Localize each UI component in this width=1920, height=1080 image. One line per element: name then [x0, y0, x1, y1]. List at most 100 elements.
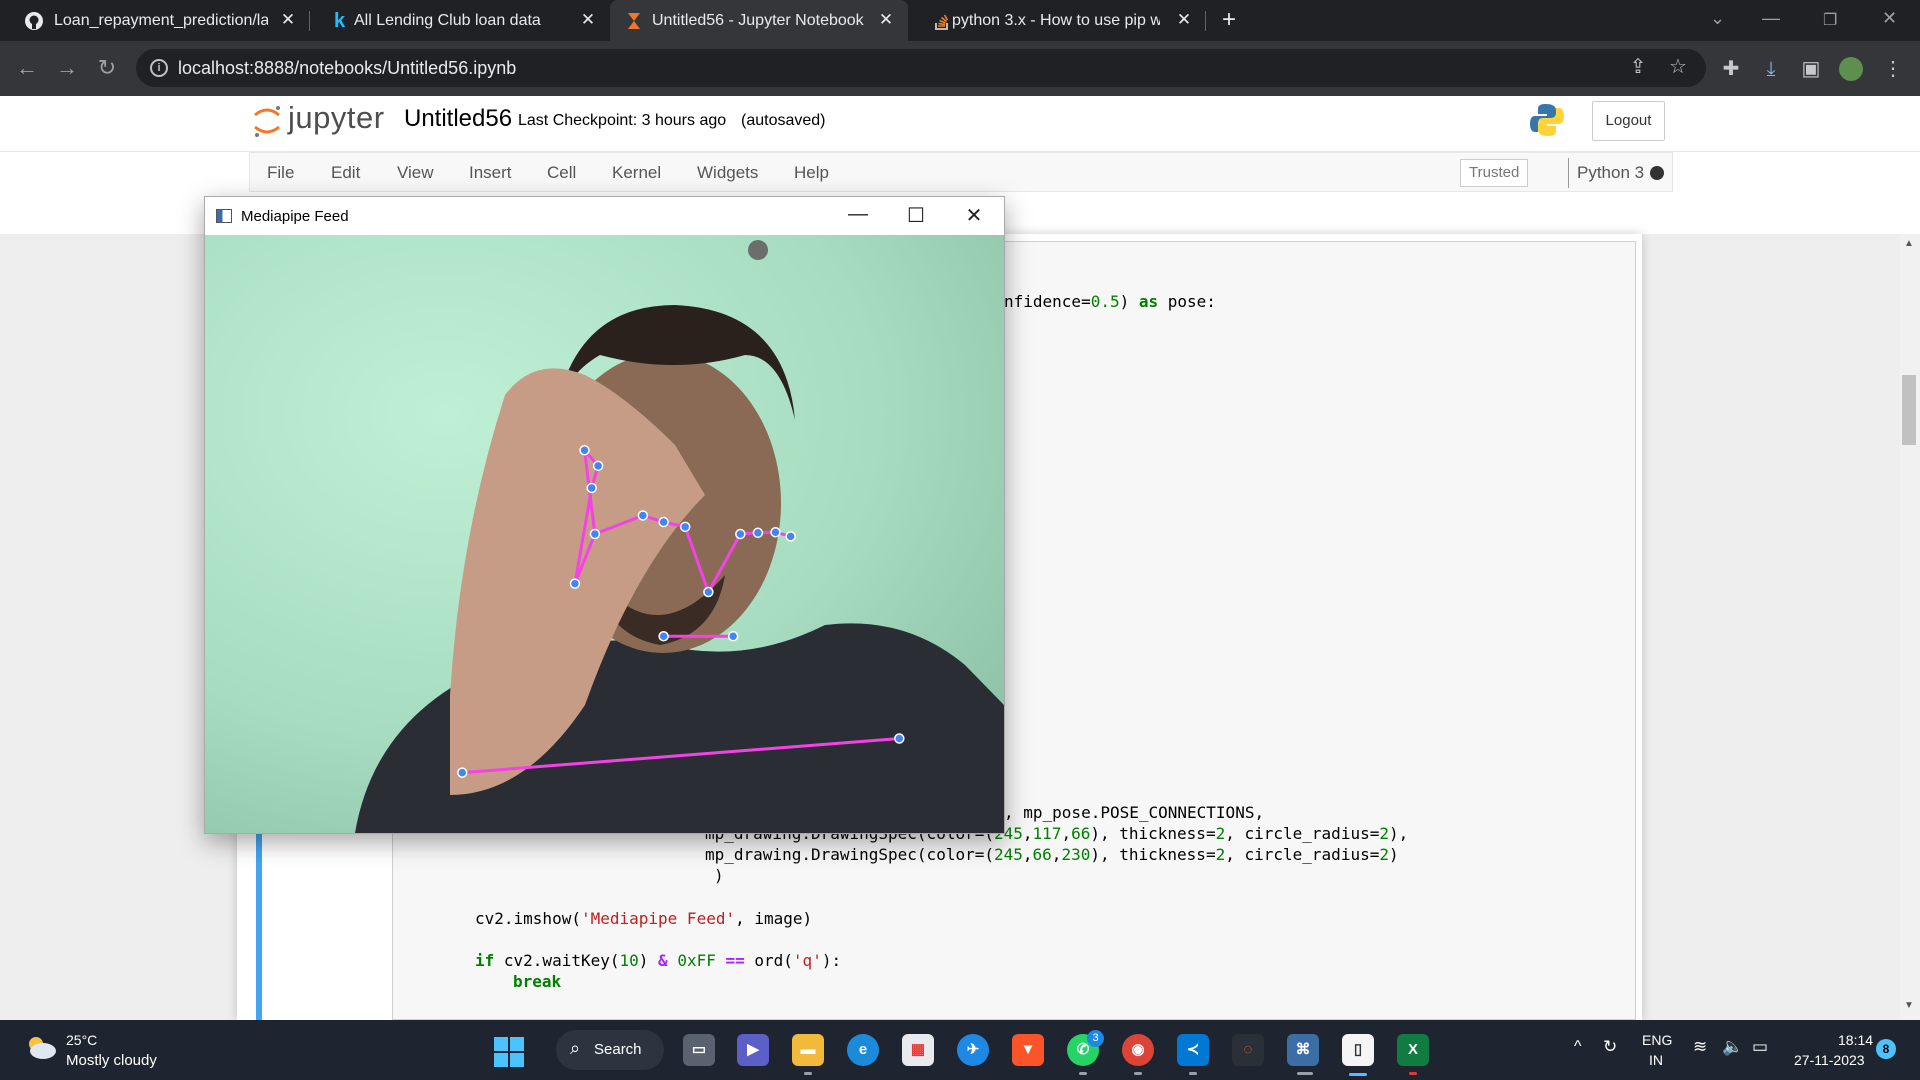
close-tab-icon[interactable]: ✕	[876, 10, 896, 30]
opencv-window-icon	[216, 209, 232, 223]
mediapipe-window-titlebar[interactable]: Mediapipe Feed — ☐ ✕	[205, 197, 1004, 235]
pose-landmark-point	[727, 631, 739, 642]
tab-github[interactable]: Loan_repayment_prediction/laon ✕	[0, 0, 310, 41]
menu-view[interactable]: View	[397, 163, 434, 183]
vscode-icon[interactable]: ≺	[1177, 1034, 1209, 1066]
menu-kebab-icon[interactable]: ⋮	[1881, 57, 1905, 81]
code-line-paren: )	[714, 866, 724, 885]
scrollbar-thumb[interactable]	[1902, 375, 1916, 445]
restore-window-icon[interactable]: ❐	[1823, 10, 1837, 30]
pose-landmark-point	[579, 445, 590, 456]
volume-icon[interactable]: 🔈	[1722, 1037, 1743, 1057]
close-tab-icon[interactable]: ✕	[578, 10, 598, 30]
side-panel-icon[interactable]: ▣	[1799, 57, 1823, 81]
profile-avatar[interactable]	[1839, 57, 1863, 81]
pose-landmark-point	[752, 527, 764, 539]
app-active-indicator	[1349, 1073, 1367, 1076]
tab-stackoverflow[interactable]: python 3.x - How to use pip with ✕	[908, 0, 1206, 41]
battery-icon[interactable]: ▭	[1752, 1037, 1768, 1057]
bookmark-star-icon[interactable]: ☆	[1666, 55, 1690, 79]
pose-landmark-point	[457, 767, 468, 778]
forward-icon[interactable]: →	[54, 55, 80, 81]
tray-overflow-chevron-icon[interactable]: ^	[1574, 1038, 1582, 1056]
close-tab-icon[interactable]: ✕	[278, 10, 298, 30]
menu-help[interactable]: Help	[794, 163, 829, 183]
taskbar-search[interactable]: ⌕ Search	[556, 1030, 664, 1070]
mediapipe-minimize-icon[interactable]: —	[843, 203, 873, 226]
share-icon[interactable]: ⇪	[1626, 55, 1650, 79]
app-running-dot	[804, 1072, 812, 1075]
mediapipe-close-icon[interactable]: ✕	[959, 203, 989, 228]
search-icon: ⌕	[570, 1038, 581, 1058]
menu-cell[interactable]: Cell	[547, 163, 576, 183]
weather-cloud-icon[interactable]	[24, 1034, 58, 1060]
microsoft-store-icon[interactable]: ▦	[902, 1034, 934, 1066]
safari-like-icon[interactable]: ✈	[957, 1034, 989, 1066]
tab-kaggle[interactable]: k All Lending Club loan data ✕	[310, 0, 610, 41]
start-button[interactable]	[494, 1037, 524, 1067]
sync-icon[interactable]: ↻	[1603, 1037, 1617, 1057]
teams-icon[interactable]: ▶	[737, 1034, 769, 1066]
reload-icon[interactable]: ↻	[94, 55, 120, 81]
file-explorer-icon[interactable]: ▬	[792, 1034, 824, 1066]
pose-landmark-point	[589, 528, 601, 540]
logout-button[interactable]: Logout	[1592, 101, 1665, 141]
wifi-icon[interactable]: ≋	[1693, 1037, 1707, 1057]
download-icon[interactable]: ⤓	[1759, 57, 1783, 81]
app-running-dot	[1297, 1072, 1313, 1075]
code-line-connections: , mp_pose.POSE_CONNECTIONS,	[1004, 803, 1265, 822]
new-tab-button[interactable]: +	[1222, 6, 1236, 34]
chrome-icon[interactable]: ◉	[1122, 1034, 1154, 1066]
clock-date[interactable]: 27-11-2023	[1794, 1052, 1865, 1068]
brave-icon[interactable]: ▼	[1012, 1034, 1044, 1066]
mediapipe-feed-window[interactable]: Mediapipe Feed — ☐ ✕	[204, 196, 1005, 834]
code-line-waitkey: if cv2.waitKey(10) & 0xFF == ord('q'):	[475, 951, 842, 970]
address-bar[interactable]: i localhost:8888/notebooks/Untitled56.ip…	[136, 49, 1706, 87]
trusted-indicator[interactable]: Trusted	[1460, 159, 1529, 187]
pose-landmark-point	[735, 528, 746, 540]
pose-landmark-point	[894, 733, 905, 744]
tab-search-icon[interactable]: ⌄	[1710, 8, 1725, 29]
python-taskbar-icon[interactable]: ⌘	[1287, 1034, 1319, 1066]
back-icon[interactable]: ←	[14, 55, 40, 81]
close-window-icon[interactable]: ✕	[1882, 8, 1897, 29]
scroll-down-arrow-icon[interactable]: ▼	[1904, 1000, 1914, 1011]
pose-landmark-point	[770, 526, 781, 538]
excel-icon[interactable]: X	[1397, 1034, 1429, 1066]
app-running-dot	[1189, 1072, 1197, 1075]
notebook-name[interactable]: Untitled56	[404, 105, 512, 133]
python-logo-icon	[1530, 104, 1564, 136]
menu-edit[interactable]: Edit	[331, 163, 360, 183]
menu-widgets[interactable]: Widgets	[697, 163, 758, 183]
notification-badge[interactable]: 8	[1876, 1039, 1896, 1059]
tab-label: Untitled56 - Jupyter Notebook	[652, 11, 864, 29]
kernel-name: Python 3	[1577, 163, 1645, 182]
scroll-up-arrow-icon[interactable]: ▲	[1904, 238, 1914, 249]
tab-label: Loan_repayment_prediction/laon	[54, 11, 268, 29]
page-scrollbar[interactable]	[1900, 234, 1920, 1020]
pose-landmark-point	[658, 631, 669, 642]
menu-file[interactable]: File	[267, 163, 294, 183]
language-indicator[interactable]: ENG	[1642, 1032, 1672, 1048]
mediapipe-maximize-icon[interactable]: ☐	[901, 203, 931, 228]
code-line-spec2: mp_drawing.DrawingSpec(color=(245,66,230…	[705, 845, 1399, 864]
pose-landmark-point	[658, 516, 669, 528]
close-tab-icon[interactable]: ✕	[1174, 10, 1194, 30]
task-view-icon[interactable]: ▭	[683, 1034, 715, 1066]
menu-insert[interactable]: Insert	[469, 163, 512, 183]
selected-cell-indicator	[256, 834, 262, 1020]
site-info-icon[interactable]: i	[150, 59, 168, 77]
minimize-window-icon[interactable]: —	[1762, 8, 1780, 29]
region-indicator[interactable]: IN	[1649, 1052, 1663, 1068]
notepad-icon[interactable]: ▯	[1342, 1034, 1374, 1066]
edge-icon[interactable]: e	[847, 1034, 879, 1066]
tab-jupyter[interactable]: Untitled56 - Jupyter Notebook ✕	[610, 0, 908, 41]
jupyter-logo-text[interactable]: jupyter	[288, 100, 385, 136]
weather-description[interactable]: Mostly cloudy	[66, 1052, 157, 1069]
menu-kernel[interactable]: Kernel	[612, 163, 661, 183]
jupyter-taskbar-icon[interactable]: ◌	[1232, 1034, 1264, 1066]
stackoverflow-icon	[935, 14, 949, 30]
clock-time[interactable]: 18:14	[1838, 1032, 1873, 1048]
weather-temperature[interactable]: 25°C	[66, 1032, 97, 1048]
extensions-icon[interactable]: ✚	[1719, 57, 1743, 81]
